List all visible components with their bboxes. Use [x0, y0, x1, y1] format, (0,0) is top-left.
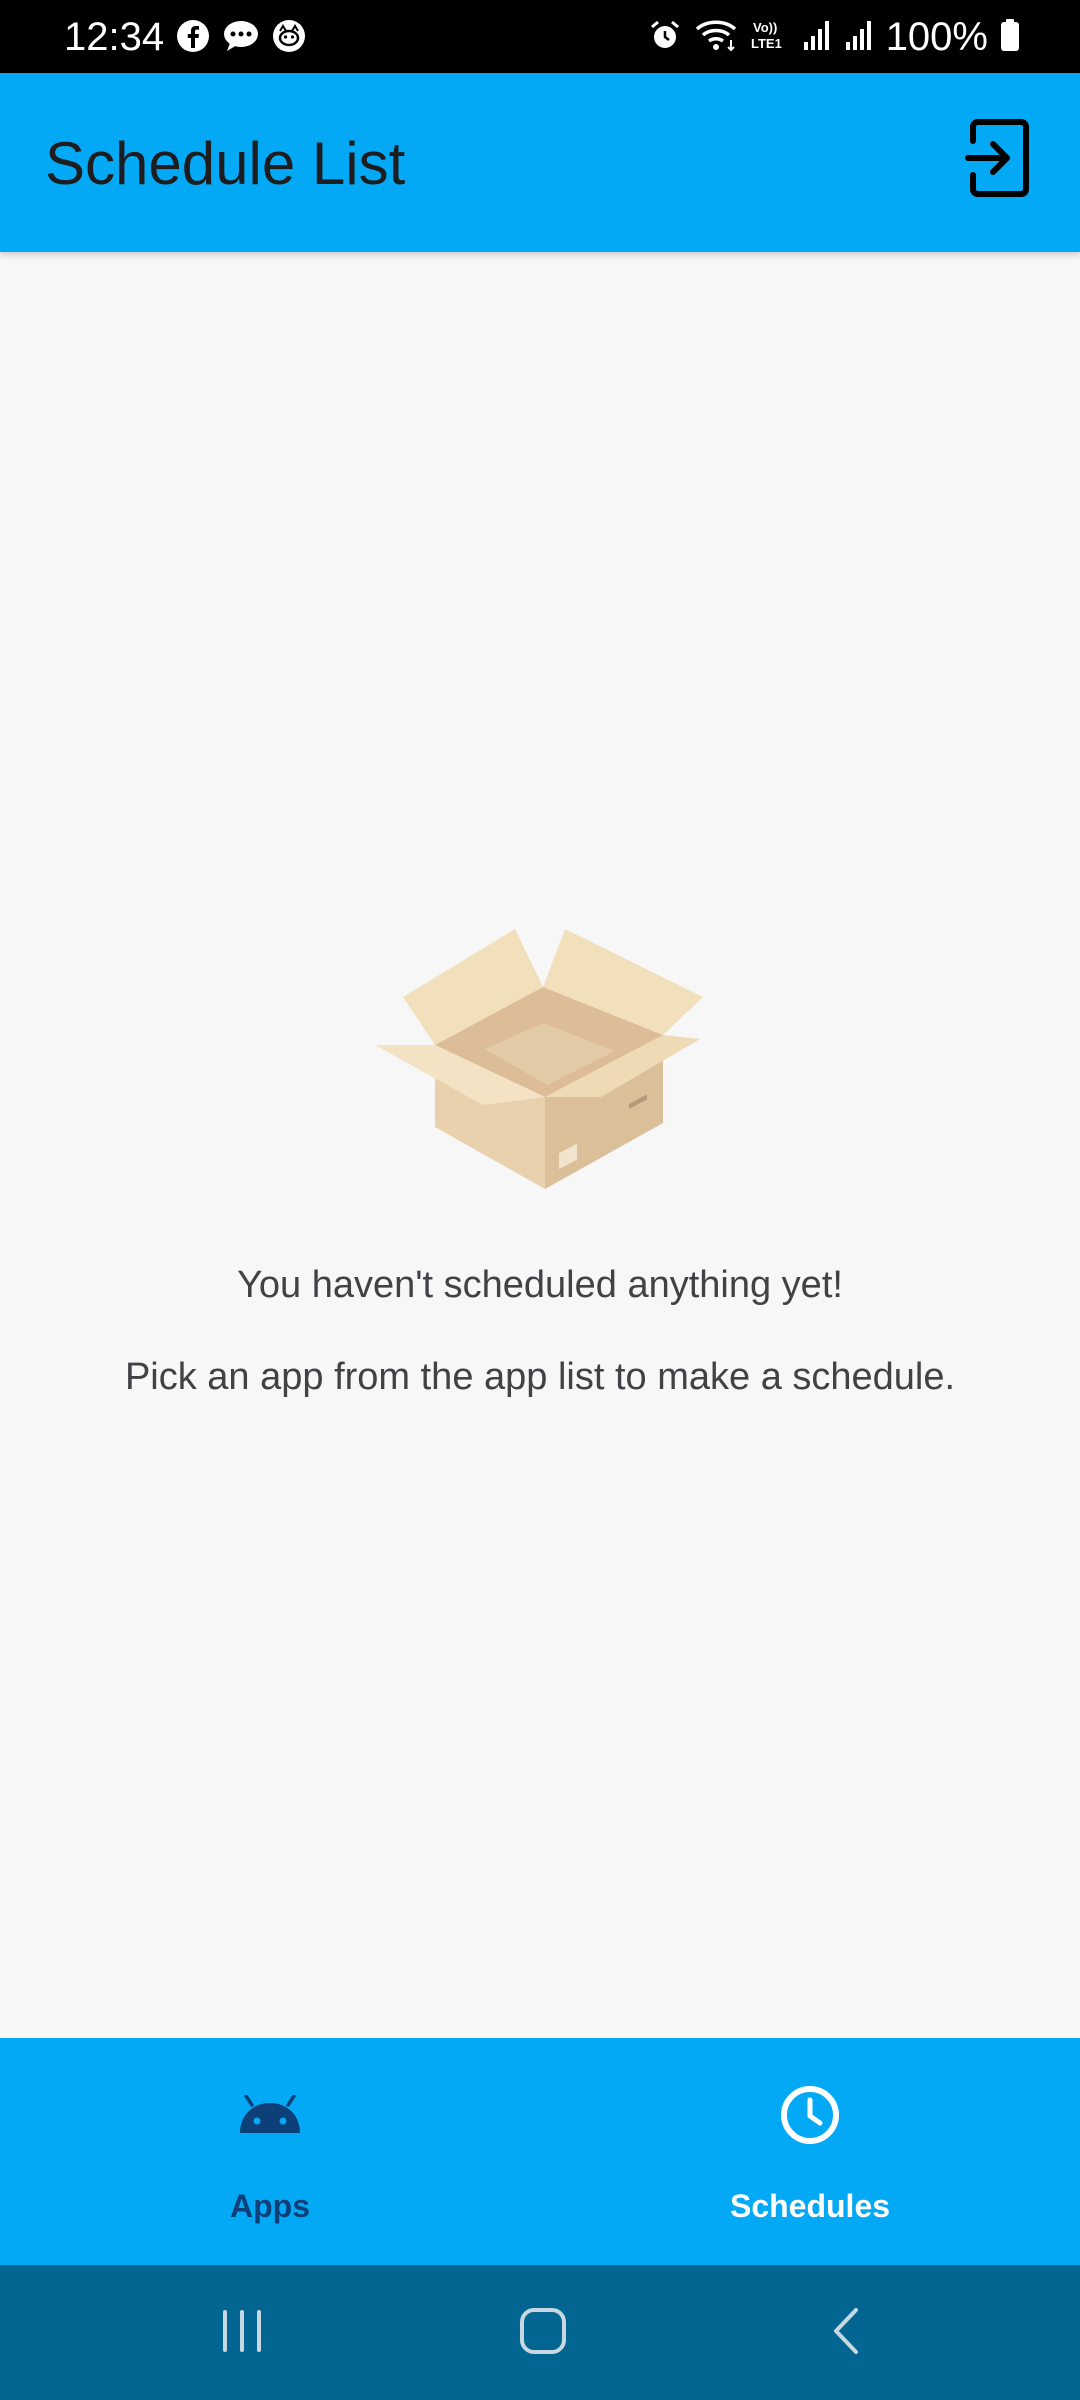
- battery-icon: [1000, 18, 1020, 57]
- recents-icon: [217, 2306, 267, 2361]
- screen: 12:34 Vo)) LTE1 100% Schedule List You h…: [0, 0, 1080, 2400]
- empty-state-title: You haven't scheduled anything yet!: [237, 1264, 843, 1306]
- svg-text:Vo)): Vo)): [753, 20, 777, 35]
- status-bar: 12:34 Vo)) LTE1 100%: [0, 0, 1080, 73]
- empty-state-subtitle: Pick an app from the app list to make a …: [124, 1356, 956, 1398]
- home-button[interactable]: [498, 2295, 588, 2371]
- empty-state: You haven't scheduled anything yet! Pick…: [0, 252, 1080, 2038]
- facebook-icon: [176, 19, 210, 58]
- signal-2-icon: [844, 18, 874, 57]
- nav-item-schedules[interactable]: Schedules: [540, 2038, 1080, 2265]
- app-bar: Schedule List: [0, 73, 1080, 252]
- page-title: Schedule List: [45, 130, 406, 197]
- nav-label-schedules: Schedules: [729, 2188, 891, 2224]
- svg-text:LTE1: LTE1: [751, 36, 782, 51]
- signal-1-icon: [802, 18, 832, 57]
- open-box-icon: [375, 927, 705, 1189]
- nav-item-apps[interactable]: Apps: [0, 2038, 540, 2265]
- nav-label-apps: Apps: [230, 2188, 310, 2224]
- messenger-icon: [222, 19, 260, 58]
- cat-app-icon: [272, 19, 306, 58]
- volte-lte-icon: Vo)) LTE1: [750, 18, 790, 57]
- status-left-icons: [176, 19, 306, 58]
- bottom-nav: Apps Schedules: [0, 2038, 1080, 2265]
- back-button[interactable]: [802, 2295, 892, 2371]
- battery-percent: 100%: [885, 15, 988, 59]
- android-icon: [235, 2080, 305, 2150]
- logout-icon: [965, 118, 1031, 202]
- logout-button[interactable]: [956, 115, 1040, 205]
- system-nav-bar: [0, 2265, 1080, 2400]
- home-icon: [518, 2306, 568, 2361]
- alarm-icon: [648, 18, 682, 57]
- recents-button[interactable]: [197, 2295, 287, 2371]
- status-time: 12:34: [64, 15, 165, 59]
- back-icon: [822, 2306, 872, 2361]
- clock-icon: [775, 2080, 845, 2150]
- status-right-icons: Vo)) LTE1 100%: [648, 12, 1020, 62]
- wifi-icon: [694, 18, 738, 57]
